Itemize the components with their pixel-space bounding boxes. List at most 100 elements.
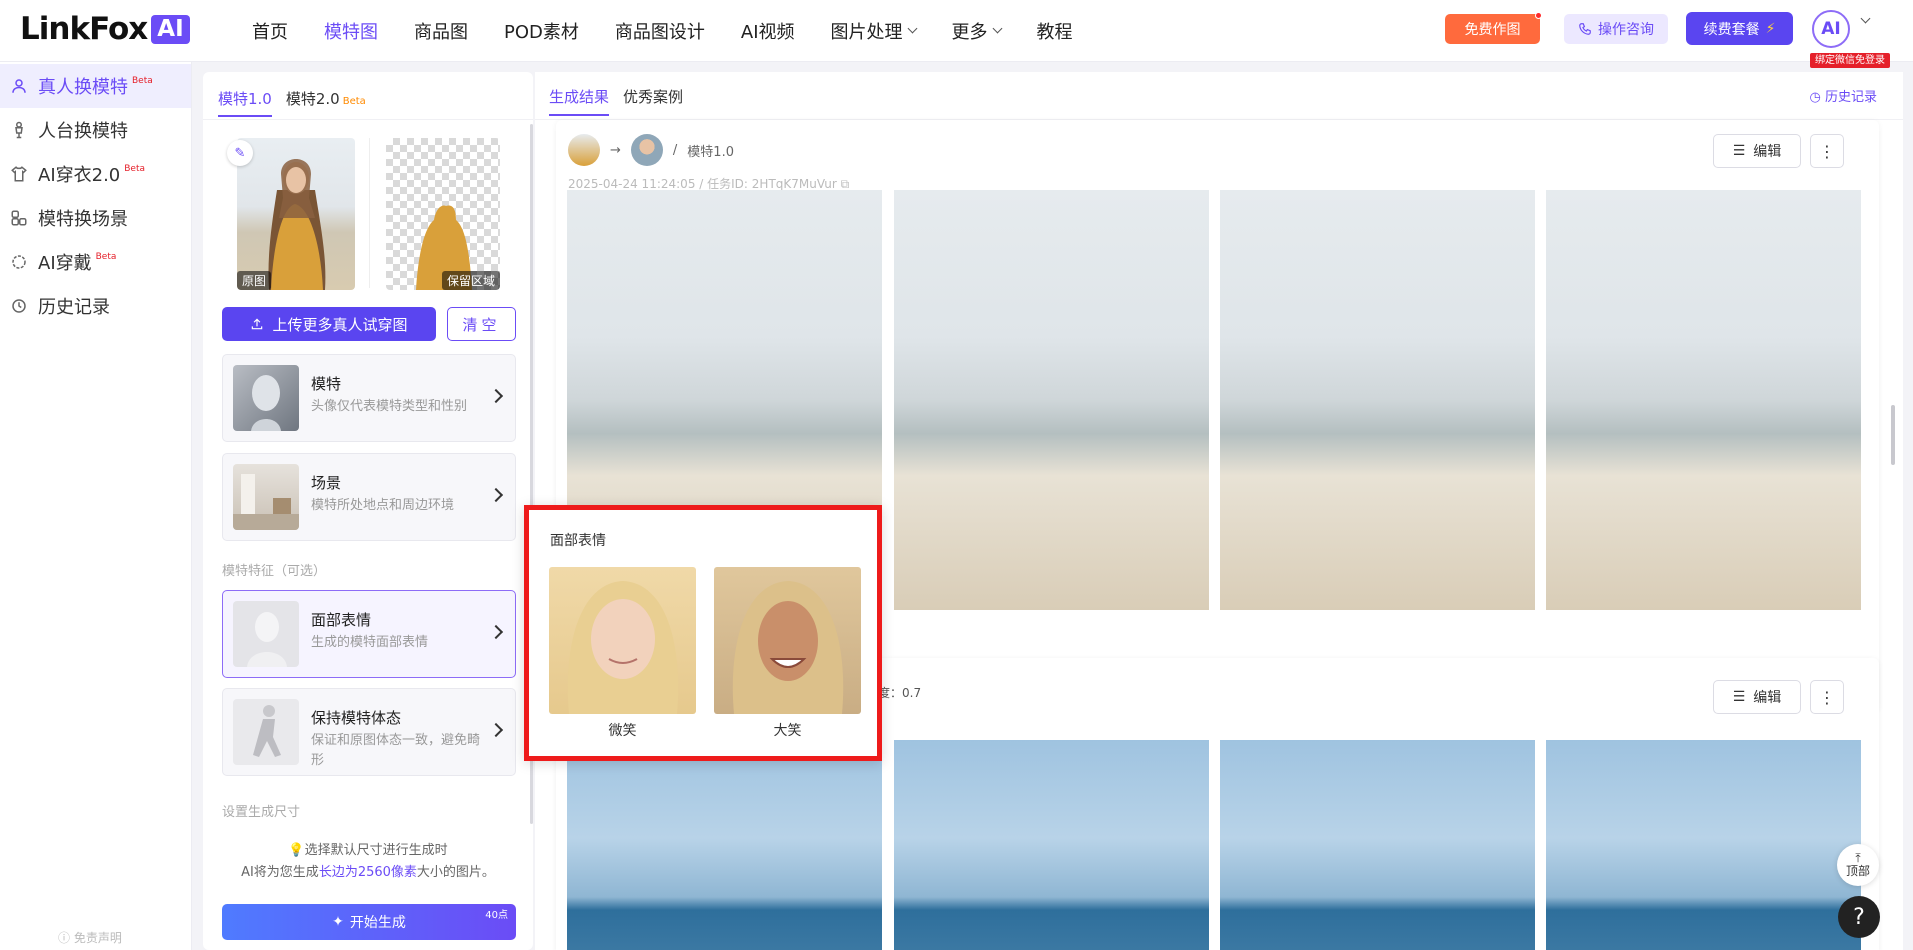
edit-button[interactable]: ☰ 编辑 (1713, 680, 1801, 714)
chevron-right-icon (488, 722, 504, 738)
nav-item-product-images[interactable]: 商品图 (414, 18, 468, 44)
sidebar-item-label: 历史记录 (38, 297, 110, 318)
page-scrollbar[interactable] (1891, 405, 1895, 465)
expression-option-laugh[interactable]: 大笑 (714, 567, 861, 740)
nav-label: AI视频 (740, 22, 795, 43)
model-option[interactable]: 模特 头像仅代表模特类型和性别 (222, 354, 516, 442)
left-sidebar: 真人换模特 Beta 人台换模特 AI穿衣2.0 Beta 模特换场景 AI穿戴 Be… (0, 62, 192, 950)
history-link-label: 历史记录 (1824, 90, 1877, 105)
help-button[interactable]: ? (1838, 896, 1880, 938)
arrow-right-icon: → (610, 142, 621, 158)
renew-label: 续费套餐 (1703, 21, 1760, 38)
start-label: 开始生成 (349, 915, 406, 931)
nav-item-pod-assets[interactable]: POD素材 (504, 18, 579, 44)
mannequin-icon (10, 121, 28, 139)
renew-plan-button[interactable]: 续费套餐 ⚡ (1686, 12, 1793, 45)
disclaimer-text: 免责声明 (73, 931, 122, 945)
consult-button[interactable]: 操作咨询 (1564, 14, 1668, 44)
sidebar-item-model-scene[interactable]: 模特换场景 (0, 196, 191, 240)
edit-button[interactable]: ☰ 编辑 (1713, 134, 1801, 168)
lightning-icon: ⚡ (1765, 20, 1776, 37)
chevron-down-icon[interactable] (1860, 13, 1871, 24)
result-image[interactable] (1220, 190, 1535, 610)
sidebar-item-label: 模特换场景 (38, 209, 128, 230)
result-image[interactable] (894, 190, 1209, 610)
keep-posture-option[interactable]: 保持模特体态 保证和原图体态一致，避免畸形 (222, 688, 516, 776)
nav-item-model-images[interactable]: 模特图 (324, 18, 378, 44)
option-title: 保持模特体态 (311, 709, 402, 727)
tab-results[interactable]: 生成结果 (549, 86, 610, 116)
more-options-button[interactable]: ⋮ (1810, 680, 1844, 714)
disclaimer-link[interactable]: ⓘ 免责声明 (58, 929, 122, 946)
sliders-icon: ☰ (1732, 143, 1746, 159)
divider (203, 119, 533, 120)
start-generate-button[interactable]: ✦ 开始生成 40点 (222, 904, 516, 940)
facial-expression-popover: 面部表情 微笑 大笑 (524, 505, 882, 761)
lightbulb-icon: 💡 (288, 843, 305, 858)
option-title: 模特 (311, 375, 342, 393)
tab-label: 模特1.0 (218, 90, 272, 108)
option-title: 面部表情 (311, 611, 372, 629)
free-create-button[interactable]: 免费作图 (1445, 12, 1542, 44)
task-id[interactable]: 2HTqK7MuVur (752, 177, 837, 191)
size-hint-line1: 💡选择默认尺寸进行生成时 (203, 839, 533, 858)
preserve-area-thumbnail[interactable]: 保留区域 (386, 138, 500, 290)
sidebar-item-label: 人台换模特 (38, 121, 128, 142)
main-nav: 首页 模特图 商品图 POD素材 商品图设计 AI视频 图片处理 更多 教程 (252, 0, 1109, 62)
edit-pencil-icon[interactable]: ✎ (227, 140, 253, 166)
sidebar-item-mannequin-model[interactable]: 人台换模特 (0, 108, 191, 152)
result-image[interactable] (894, 740, 1209, 950)
slash-separator: / (672, 142, 678, 158)
result-image[interactable] (1546, 740, 1861, 950)
model-head-image (233, 365, 299, 431)
nav-item-product-design[interactable]: 商品图设计 (615, 18, 705, 44)
more-options-button[interactable]: ⋮ (1810, 134, 1844, 168)
option-label: 微笑 (608, 723, 637, 739)
option-label: 大笑 (773, 723, 802, 739)
sidebar-item-history[interactable]: 历史记录 (0, 284, 191, 328)
option-desc: 保证和原图体态一致，避免畸形 (311, 733, 481, 768)
scene-option[interactable]: 场景 模特所处地点和周边环境 (222, 453, 516, 541)
expression-option-smile[interactable]: 微笑 (549, 567, 696, 740)
linkfox-logo[interactable]: LinkFox AI (20, 11, 190, 47)
result-image[interactable] (1546, 190, 1861, 610)
tab-model-2[interactable]: 模特2.0 Beta (286, 88, 366, 117)
nav-item-tutorials[interactable]: 教程 (1037, 18, 1073, 44)
sidebar-item-ai-wear[interactable]: AI穿戴 Beta (0, 240, 191, 284)
tab-showcase[interactable]: 优秀案例 (623, 86, 683, 116)
top-navigation-bar: LinkFox AI 首页 模特图 商品图 POD素材 商品图设计 AI视频 图… (0, 0, 1913, 68)
option-desc: 模特所处地点和周边环境 (311, 498, 455, 513)
notification-dot (1535, 12, 1542, 19)
history-link[interactable]: ◷ 历史记录 (1810, 86, 1878, 105)
facial-expression-option[interactable]: 面部表情 生成的模特面部表情 (222, 590, 516, 678)
nav-item-image-processing[interactable]: 图片处理 (830, 18, 917, 44)
user-avatar[interactable]: AI (1812, 10, 1850, 48)
tab-model-1[interactable]: 模特1.0 (218, 88, 272, 117)
sidebar-item-label: AI穿衣2.0 (38, 165, 121, 186)
vertical-dots-icon: ⋮ (1819, 141, 1835, 161)
clear-button[interactable]: 清空 (447, 307, 516, 341)
features-section-title: 模特特征（可选） (222, 564, 327, 579)
consult-label: 操作咨询 (1598, 22, 1654, 38)
nav-item-ai-video[interactable]: AI视频 (741, 18, 795, 44)
nav-label: 模特图 (324, 22, 378, 43)
nav-label: 图片处理 (830, 22, 903, 43)
copy-icon[interactable]: ⧉ (841, 177, 850, 191)
smile-face-image (549, 567, 696, 714)
original-image-thumbnail[interactable]: 原图 (237, 138, 355, 290)
nav-item-home[interactable]: 首页 (252, 18, 288, 44)
posture-mannequin-image (233, 699, 299, 765)
bind-wechat-badge[interactable]: 绑定微信免登录 (1810, 53, 1890, 68)
result-image[interactable] (1220, 740, 1535, 950)
sidebar-item-ai-clothing[interactable]: AI穿衣2.0 Beta (0, 152, 191, 196)
back-to-top-button[interactable]: ⤒ 顶部 (1837, 844, 1879, 886)
scene-room-image (233, 464, 299, 530)
sidebar-item-real-person-model[interactable]: 真人换模特 Beta (0, 64, 191, 108)
result-image[interactable] (567, 740, 882, 950)
hint-highlight: 长边为2560像素 (318, 865, 417, 880)
tab-label: 生成结果 (549, 88, 610, 106)
nav-item-more[interactable]: 更多 (952, 18, 1002, 44)
upload-more-button[interactable]: 上传更多真人试穿图 (222, 307, 436, 341)
sliders-icon: ☰ (1732, 689, 1746, 705)
points-cost-badge: 40点 (485, 910, 508, 921)
